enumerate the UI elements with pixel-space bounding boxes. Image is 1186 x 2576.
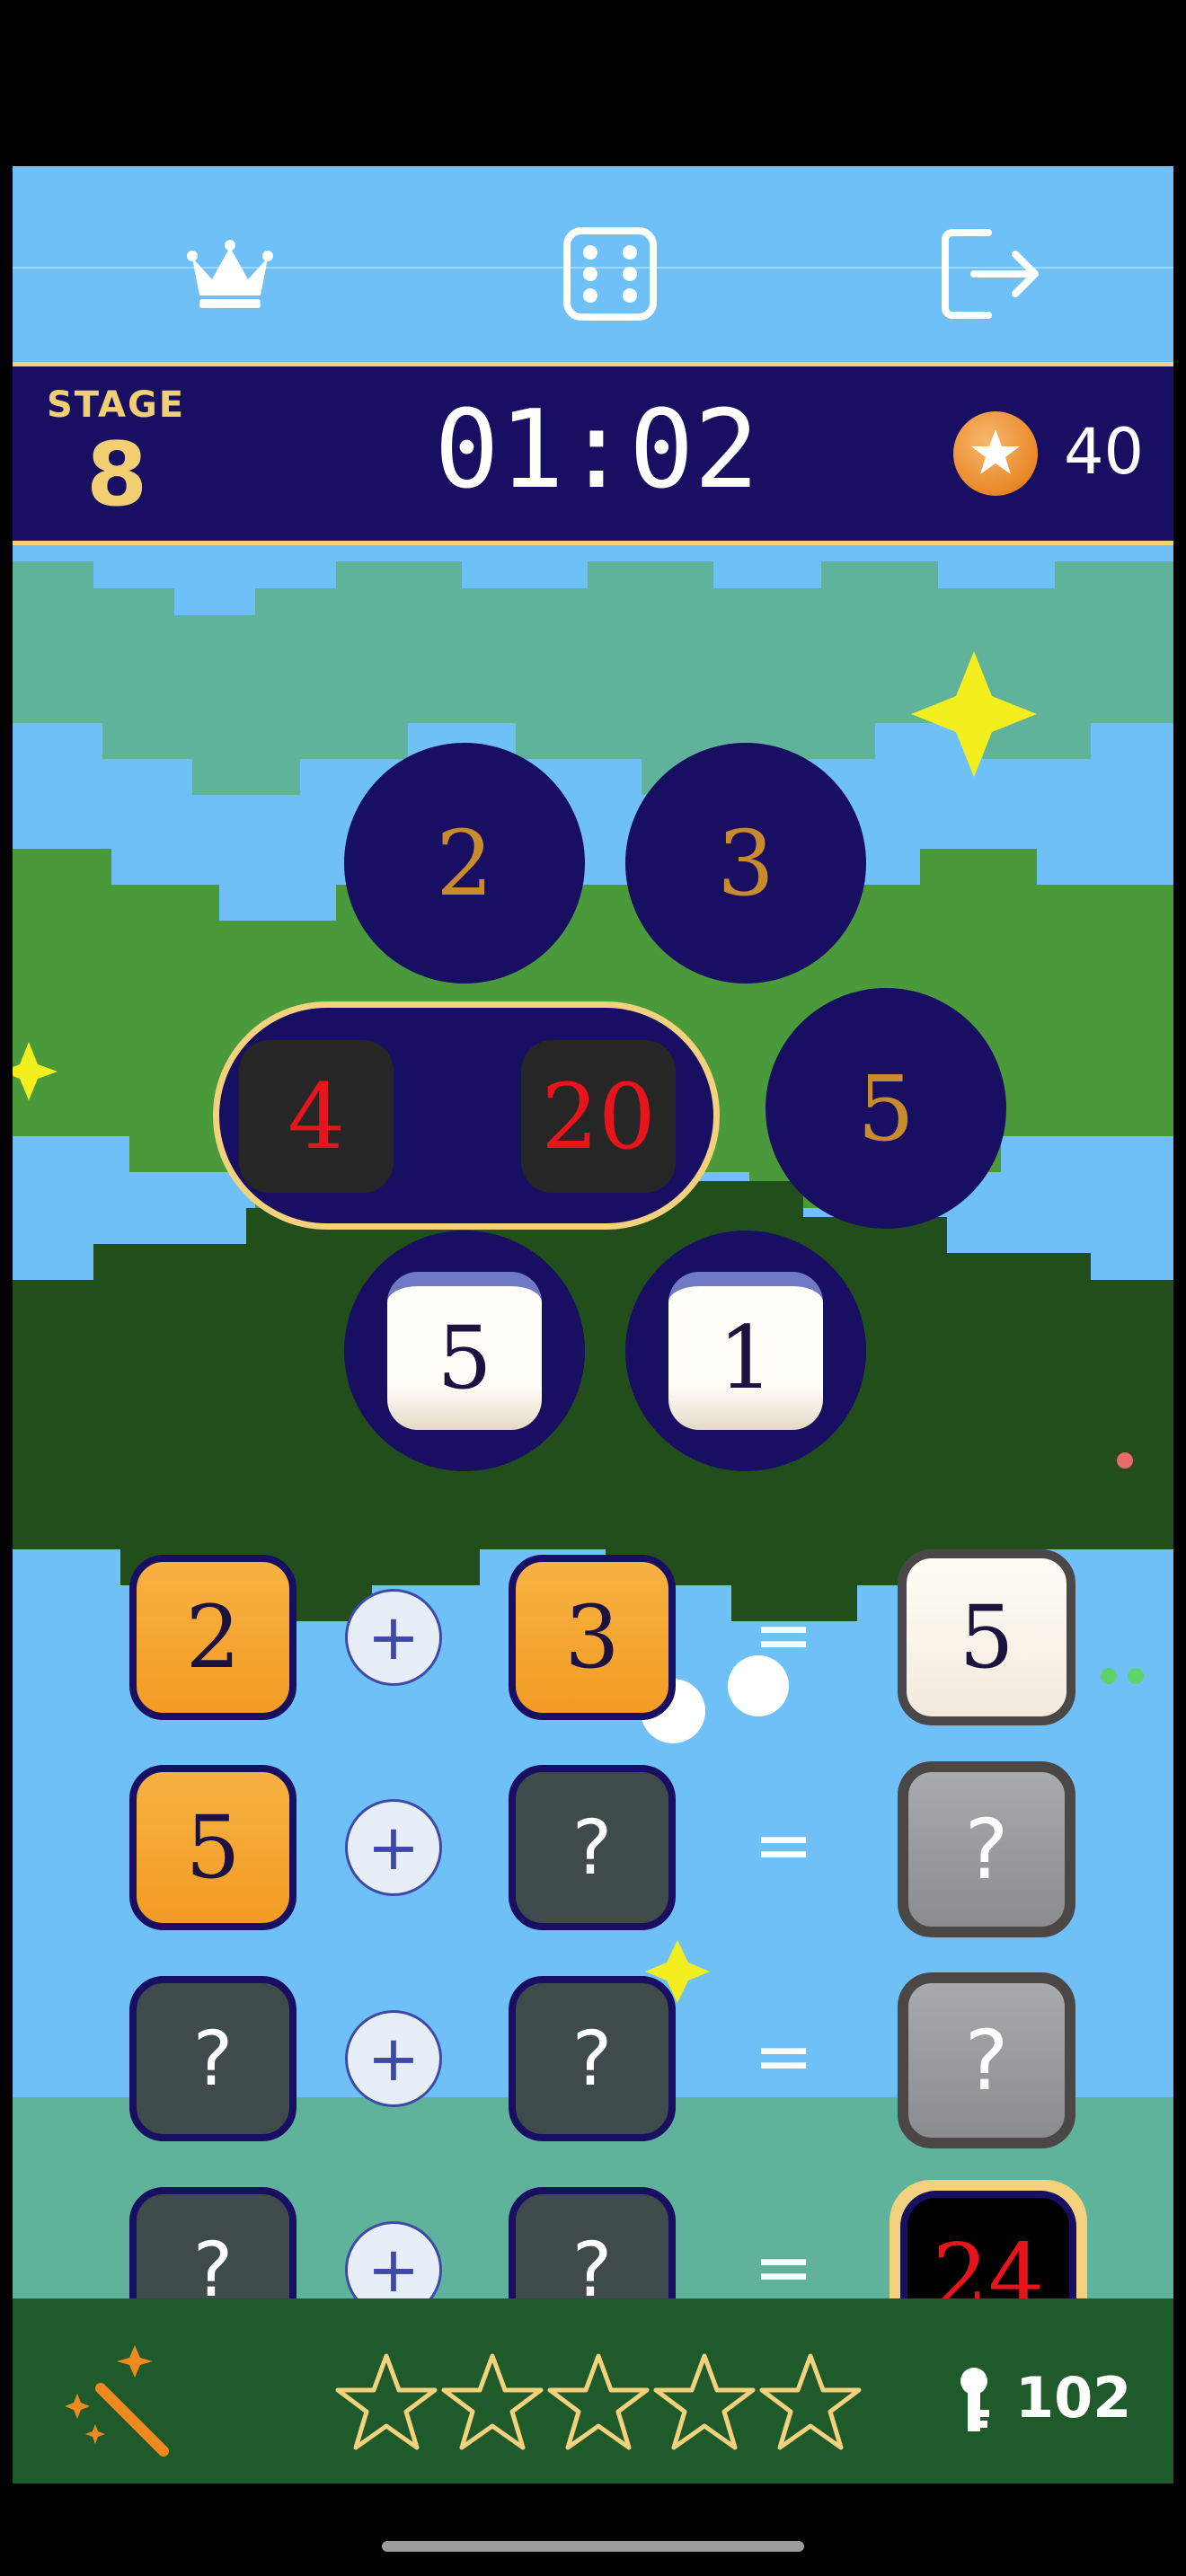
plus-operator-button[interactable]: + bbox=[345, 2010, 442, 2107]
stage-header: STAGE 8 01:02 40 bbox=[13, 362, 1173, 545]
crown-icon bbox=[187, 240, 273, 308]
number-circle[interactable]: 3 bbox=[625, 743, 866, 984]
key-icon bbox=[952, 2365, 996, 2437]
star-icon bbox=[441, 2353, 544, 2450]
star-icon bbox=[653, 2353, 756, 2450]
operand-a-tile[interactable]: 5 bbox=[129, 1765, 296, 1930]
result-slot: ? bbox=[898, 1761, 1075, 1937]
plus-operator-button[interactable]: + bbox=[345, 1589, 442, 1686]
equation-row: ? + ? = ? bbox=[13, 1967, 1173, 2148]
random-dice-button[interactable] bbox=[552, 216, 668, 332]
operand-b-slot[interactable]: ? bbox=[509, 1976, 676, 2141]
star-icon bbox=[547, 2353, 650, 2450]
countdown-timer: 01:02 bbox=[434, 388, 759, 513]
number-tile[interactable]: 5 bbox=[387, 1272, 542, 1430]
star-icon bbox=[335, 2353, 438, 2450]
equals-sign: = bbox=[753, 2226, 814, 2309]
tile-circle[interactable]: 1 bbox=[625, 1231, 866, 1471]
magic-wand-button[interactable] bbox=[58, 2342, 174, 2458]
star-rating bbox=[332, 2349, 872, 2457]
number-circle[interactable]: 2 bbox=[344, 743, 585, 984]
key-count: 102 bbox=[1015, 2365, 1132, 2430]
equals-sign: = bbox=[753, 1804, 814, 1887]
magic-wand-icon bbox=[65, 2345, 169, 2457]
number-circle[interactable]: 5 bbox=[766, 988, 1006, 1229]
home-indicator[interactable] bbox=[382, 2541, 804, 2552]
result-slot: ? bbox=[898, 1972, 1075, 2148]
circle-value: 2 bbox=[436, 810, 493, 916]
operand-a-slot[interactable]: ? bbox=[129, 1976, 296, 2141]
coin-count: 40 bbox=[1064, 415, 1145, 489]
coin-icon bbox=[953, 411, 1038, 496]
game-board: 2 3 4 20 5 5 1 2 + 3 = 5 5 + ? = ? ? + ?… bbox=[13, 545, 1173, 2483]
operand-a-tile[interactable]: 2 bbox=[129, 1555, 296, 1720]
stage-label: STAGE bbox=[47, 384, 186, 426]
stage-number: 8 bbox=[86, 424, 148, 526]
circle-value: 5 bbox=[857, 1055, 915, 1161]
exit-button[interactable] bbox=[934, 216, 1050, 332]
equals-sign: = bbox=[753, 1593, 814, 1677]
plus-operator-button[interactable]: + bbox=[345, 1799, 442, 1896]
game-screen: STAGE 8 01:02 40 2 3 4 20 5 5 1 2 + 3 = … bbox=[13, 166, 1173, 2483]
exit-icon bbox=[942, 229, 1039, 319]
equals-sign: = bbox=[753, 2015, 814, 2098]
star-icon bbox=[759, 2353, 862, 2450]
pair-tile-left[interactable]: 4 bbox=[239, 1040, 394, 1193]
equation-row: 5 + ? = ? bbox=[13, 1756, 1173, 1937]
leaderboard-button[interactable] bbox=[172, 216, 288, 332]
equation-row: 2 + 3 = 5 bbox=[13, 1544, 1173, 1725]
number-tile[interactable]: 1 bbox=[668, 1272, 823, 1430]
circle-value: 3 bbox=[717, 810, 774, 916]
dice-icon bbox=[563, 227, 657, 321]
top-toolbar bbox=[13, 166, 1173, 362]
result-tile: 5 bbox=[898, 1549, 1075, 1725]
operand-b-slot[interactable]: ? bbox=[509, 1765, 676, 1930]
tile-circle[interactable]: 5 bbox=[344, 1231, 585, 1471]
operand-b-tile[interactable]: 3 bbox=[509, 1555, 676, 1720]
pair-tile-right[interactable]: 20 bbox=[521, 1040, 676, 1193]
selected-pair[interactable]: 4 20 bbox=[213, 1001, 720, 1230]
